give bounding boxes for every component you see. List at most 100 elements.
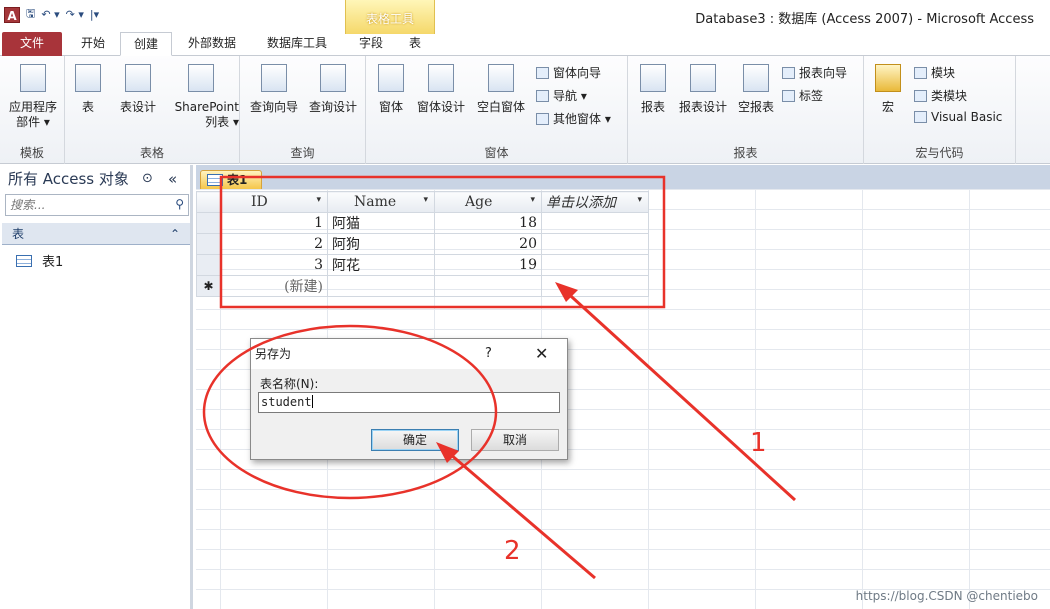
save-icon[interactable]: 🖫 — [26, 5, 35, 24]
tab-table[interactable]: 表 — [396, 32, 434, 56]
dialog-title-bar[interactable]: 另存为 ? ✕ — [251, 339, 567, 369]
nav-header[interactable]: 所有 Access 对象 ⊙ « — [0, 165, 190, 193]
collapse-pane-icon[interactable]: « — [168, 165, 177, 193]
ribbon-tabs: 文件 开始 创建 外部数据 数据库工具 字段 表 — [0, 32, 1050, 56]
column-header-name[interactable]: Name ▾ — [327, 191, 435, 213]
cell-id[interactable]: 1 — [220, 212, 328, 234]
form-design-button[interactable]: 窗体设计 — [414, 64, 468, 115]
dropdown-arrow-icon[interactable]: ▾ — [316, 195, 321, 205]
class-module-button[interactable]: 类模块 — [914, 87, 967, 104]
new-record-marker-icon: ✱ — [196, 275, 221, 297]
document-tab-table1[interactable]: 表1 — [200, 170, 262, 189]
redo-icon[interactable]: ↷ ▾ — [66, 8, 84, 21]
new-record-row[interactable]: ✱ (新建) — [196, 275, 649, 297]
text-caret — [311, 395, 313, 408]
annotation-step-2: 2 — [504, 536, 521, 566]
cell-age[interactable] — [434, 275, 542, 297]
cell-age[interactable]: 18 — [434, 212, 542, 234]
undo-icon[interactable]: ↶ ▾ — [41, 8, 59, 21]
cell-age[interactable]: 20 — [434, 233, 542, 255]
row-selector[interactable] — [196, 233, 221, 255]
tab-fields[interactable]: 字段 — [352, 32, 390, 56]
save-as-dialog: 另存为 ? ✕ 表名称(N): student 确定 取消 — [250, 338, 568, 460]
table-name-value: student — [261, 395, 312, 409]
tab-file[interactable]: 文件 — [2, 32, 62, 56]
navigation-icon — [536, 89, 549, 102]
blank-form-button[interactable]: 空白窗体 — [472, 64, 530, 115]
cell-add-new[interactable] — [541, 254, 649, 276]
customize-qat-icon[interactable]: |▾ — [90, 8, 99, 21]
macro-button[interactable]: 宏 — [870, 64, 906, 115]
quick-access-toolbar: A 🖫 ↶ ▾ ↷ ▾ |▾ — [4, 5, 99, 24]
row-selector[interactable] — [196, 254, 221, 276]
nav-item-table1[interactable]: 表1 — [16, 251, 63, 270]
tab-external-data[interactable]: 外部数据 — [178, 32, 246, 56]
group-tables: 表 表设计 SharePoint 列表 ▾ 表格 — [65, 56, 240, 164]
dropdown-arrow-icon[interactable]: ▾ — [423, 195, 428, 205]
column-header-add-new[interactable]: 单击以添加 ▾ — [541, 191, 649, 213]
table-row[interactable]: 2 阿狗 20 — [196, 233, 649, 255]
table-row[interactable]: 3 阿花 19 — [196, 254, 649, 276]
report-design-button[interactable]: 报表设计 — [676, 64, 730, 115]
select-all-cell[interactable] — [196, 191, 221, 213]
tab-database-tools[interactable]: 数据库工具 — [254, 32, 340, 56]
table-design-button[interactable]: 表设计 — [113, 64, 163, 115]
cell-name[interactable]: 阿狗 — [327, 233, 435, 255]
query-design-button[interactable]: 查询设计 — [304, 64, 362, 115]
ok-button[interactable]: 确定 — [371, 429, 459, 451]
group-label: 表格 — [139, 146, 164, 160]
cell-id[interactable]: 3 — [220, 254, 328, 276]
search-icon[interactable]: ⚲ — [175, 197, 184, 211]
table-button[interactable]: 表 — [73, 64, 103, 115]
close-icon[interactable]: ✕ — [535, 339, 548, 369]
column-header-id[interactable]: ID ▾ — [220, 191, 328, 213]
more-forms-button[interactable]: 其他窗体 ▾ — [536, 110, 611, 127]
report-button[interactable]: 报表 — [636, 64, 670, 115]
cell-add-new[interactable] — [541, 275, 649, 297]
group-label: 宏与代码 — [915, 146, 964, 160]
tab-home[interactable]: 开始 — [70, 32, 116, 56]
form-wizard-button[interactable]: 窗体向导 — [536, 64, 601, 81]
nav-item-label: 表1 — [42, 255, 64, 270]
cell-add-new[interactable] — [541, 212, 649, 234]
table-name-input[interactable]: student — [258, 392, 560, 413]
report-wizard-button[interactable]: 报表向导 — [782, 64, 847, 81]
column-header-age[interactable]: Age ▾ — [434, 191, 542, 213]
app-parts-button[interactable]: 应用程序 部件 ▾ — [4, 64, 62, 130]
chevron-up-icon[interactable]: ⌃ — [170, 223, 180, 245]
query-wizard-button[interactable]: 查询向导 — [246, 64, 302, 115]
table-row[interactable]: 1 阿猫 18 — [196, 212, 649, 234]
cell-age[interactable]: 19 — [434, 254, 542, 276]
navigation-button[interactable]: 导航 ▾ — [536, 87, 587, 104]
nav-header-label: 所有 Access 对象 — [8, 170, 129, 188]
visual-basic-button[interactable]: Visual Basic — [914, 110, 1002, 124]
cell-name[interactable] — [327, 275, 435, 297]
cancel-button[interactable]: 取消 — [471, 429, 559, 451]
dropdown-arrow-icon[interactable]: ▾ — [637, 195, 642, 205]
cell-name[interactable]: 阿猫 — [327, 212, 435, 234]
cell-name[interactable]: 阿花 — [327, 254, 435, 276]
cell-add-new[interactable] — [541, 233, 649, 255]
new-record-label[interactable]: (新建) — [220, 275, 328, 297]
cell-id[interactable]: 2 — [220, 233, 328, 255]
blank-report-button[interactable]: 空报表 — [734, 64, 778, 115]
help-icon[interactable]: ? — [485, 339, 492, 369]
module-button[interactable]: 模块 — [914, 64, 955, 81]
report-design-icon — [690, 64, 716, 92]
group-label: 模板 — [19, 146, 44, 160]
labels-button[interactable]: 标签 — [782, 87, 823, 104]
nav-menu-icon[interactable]: ⊙ — [142, 165, 153, 193]
tab-create[interactable]: 创建 — [120, 32, 172, 56]
document-tab-bar: 表1 — [196, 165, 1050, 189]
report-wizard-icon — [782, 66, 795, 79]
row-selector[interactable] — [196, 212, 221, 234]
form-icon — [378, 64, 404, 92]
group-macros: 宏 模块 类模块 Visual Basic 宏与代码 — [864, 56, 1016, 164]
nav-search-input[interactable] — [6, 195, 166, 215]
sharepoint-lists-button[interactable]: SharePoint 列表 ▾ — [163, 64, 239, 130]
nav-group-tables[interactable]: 表 ⌃ — [2, 223, 190, 245]
blank-form-icon — [488, 64, 514, 92]
macro-icon — [875, 64, 901, 92]
form-button[interactable]: 窗体 — [374, 64, 408, 115]
dropdown-arrow-icon[interactable]: ▾ — [530, 195, 535, 205]
